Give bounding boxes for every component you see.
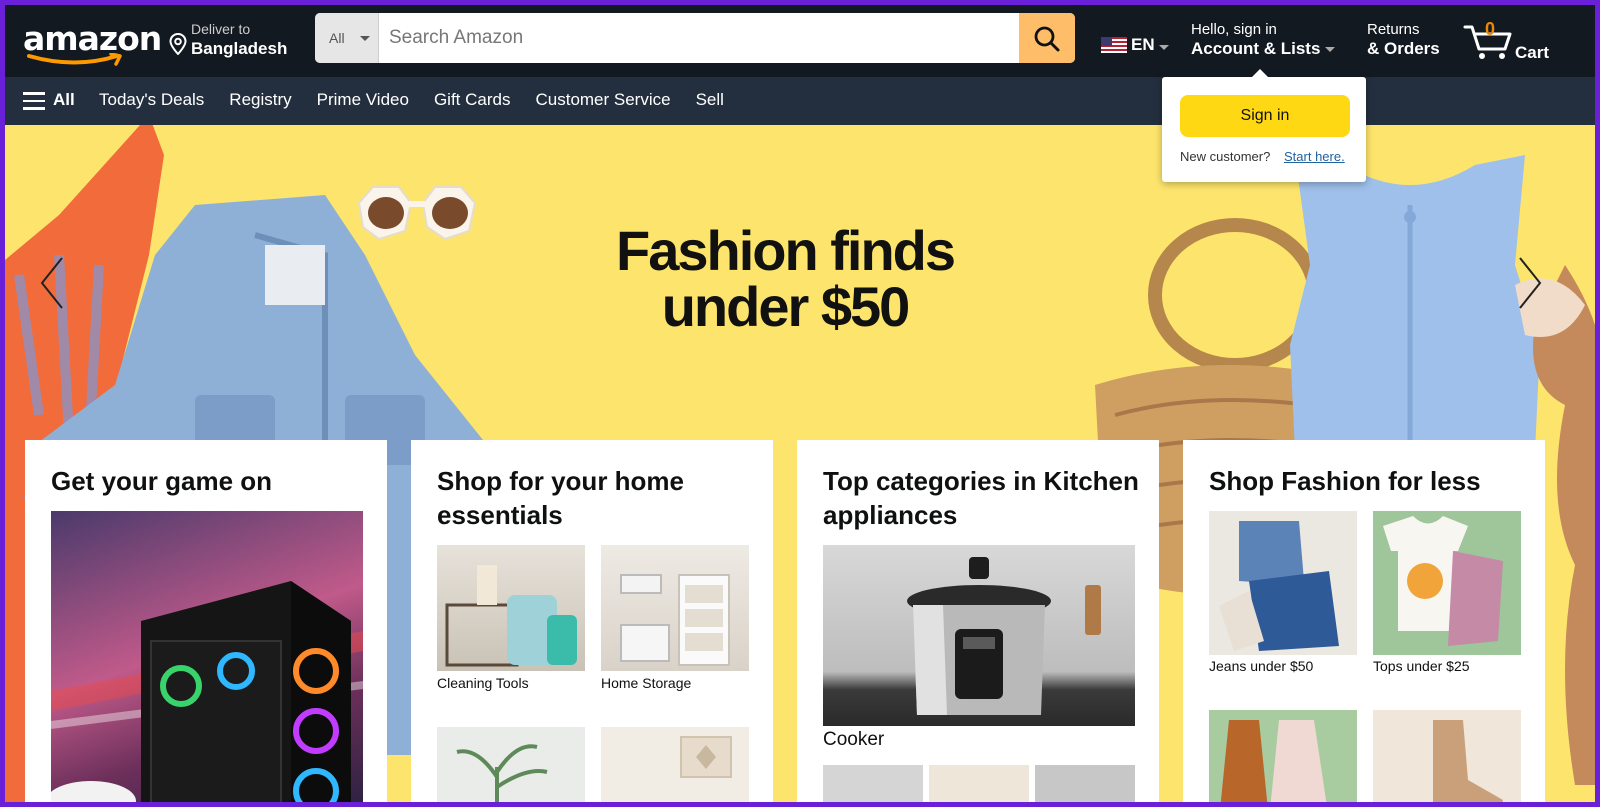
kitchen-tile-image[interactable] (929, 765, 1029, 802)
gaming-pc-image[interactable] (51, 511, 363, 802)
search-category-select[interactable]: All (315, 13, 379, 63)
card-fashion: Shop Fashion for less Jeans under $50 To… (1183, 440, 1545, 802)
card-title[interactable]: Shop Fashion for less (1209, 464, 1529, 498)
search-bar: All (315, 13, 1075, 63)
card-title[interactable]: Get your game on (51, 464, 371, 498)
caret-down-icon (360, 36, 370, 41)
language-code: EN (1131, 35, 1155, 54)
deliver-label: Deliver to (191, 21, 251, 37)
account-greeting: Hello, sign in (1191, 21, 1277, 38)
deliver-location: Bangladesh (191, 39, 288, 58)
coffee-maker-image[interactable] (823, 765, 923, 802)
jeans-image[interactable] (1209, 511, 1357, 655)
home-storage-illustration (620, 574, 730, 666)
account-label: Account & Lists (1191, 39, 1321, 58)
nav-link-gift-cards[interactable]: Gift Cards (434, 90, 511, 110)
wall-art-illustration (680, 736, 732, 778)
nav-link-customer-service[interactable]: Customer Service (535, 90, 670, 110)
signin-button[interactable]: Sign in (1180, 95, 1350, 137)
tops-caption[interactable]: Tops under $25 (1373, 658, 1470, 674)
nav-links: Today's Deals Registry Prime Video Gift … (99, 90, 749, 110)
start-here-link[interactable]: Start here. (1284, 149, 1345, 164)
carousel-prev-icon[interactable] (37, 253, 67, 313)
card-game: Get your game on (25, 440, 387, 802)
search-icon (1034, 26, 1060, 52)
all-menu-label: All (53, 90, 75, 109)
cart-label: Cart (1515, 43, 1550, 62)
dresses-illustration (1220, 720, 1327, 802)
top-header: amazon Deliver to Bangladesh All Search … (5, 5, 1595, 77)
dresses-image[interactable] (1209, 710, 1357, 802)
mixer-image[interactable] (1035, 765, 1135, 802)
cooker-caption[interactable]: Cooker (823, 729, 884, 751)
sunglasses-image (357, 186, 477, 241)
nav-link-prime-video[interactable]: Prime Video (317, 90, 409, 110)
gaming-pc-illustration (51, 581, 363, 802)
cooker-image[interactable] (823, 545, 1135, 726)
smile-arrow-icon (27, 53, 122, 66)
account-lists[interactable]: Hello, sign in Account & Lists (1191, 21, 1336, 59)
decor-image[interactable] (437, 727, 585, 802)
card-kitchen-appliances: Top categories in Kitchen appliances Coo… (797, 440, 1159, 802)
search-input[interactable] (379, 13, 1019, 63)
cleaning-tools-caption[interactable]: Cleaning Tools (437, 675, 529, 691)
carousel-next-icon[interactable] (1515, 253, 1545, 313)
boots-illustration (1433, 720, 1503, 802)
cleaning-tools-image[interactable] (437, 545, 585, 671)
jeans-illustration (1219, 521, 1339, 651)
card-title[interactable]: Shop for your home essentials (437, 464, 757, 532)
card-home-essentials: Shop for your home essentials Cleaning T… (411, 440, 773, 802)
signin-popover: Sign in New customer? Start here. (1162, 69, 1366, 182)
tops-illustration (1383, 516, 1503, 646)
hero-title-line1: Fashion finds (616, 219, 956, 282)
cleaning-tools-illustration (445, 565, 577, 667)
home-storage-image[interactable] (601, 545, 749, 671)
page-frame: amazon Deliver to Bangladesh All Search … (5, 5, 1595, 802)
amazon-logo[interactable]: amazon (23, 19, 162, 67)
nav-link-registry[interactable]: Registry (229, 90, 291, 110)
pressure-cooker-illustration (907, 557, 1101, 715)
location-pin-icon (169, 33, 187, 55)
tops-image[interactable] (1373, 511, 1521, 655)
plant-illustration (456, 744, 548, 802)
cart-count: 0 (1485, 19, 1496, 39)
caret-down-icon (1159, 45, 1169, 50)
new-customer-text: New customer? (1180, 149, 1271, 164)
us-flag-icon (1101, 37, 1127, 53)
nav-link-todays-deals[interactable]: Today's Deals (99, 90, 204, 110)
shoes-image[interactable] (1373, 710, 1521, 802)
hamburger-icon (23, 92, 45, 110)
home-storage-caption[interactable]: Home Storage (601, 675, 691, 691)
card-title[interactable]: Top categories in Kitchen appliances (823, 464, 1143, 532)
hero-title: Fashion finds under $50 (605, 223, 965, 335)
cart-button[interactable]: 0 Cart (1463, 17, 1583, 67)
hero-title-line2: under $50 (661, 275, 911, 338)
returns-orders[interactable]: Returns & Orders (1367, 21, 1440, 59)
search-button[interactable] (1019, 13, 1075, 63)
nav-link-sell[interactable]: Sell (696, 90, 724, 110)
caret-down-icon (1325, 47, 1336, 53)
search-category-label: All (329, 30, 345, 46)
jeans-caption[interactable]: Jeans under $50 (1209, 658, 1313, 674)
orders-label: & Orders (1367, 39, 1440, 58)
returns-label: Returns (1367, 21, 1420, 38)
bedroom-image[interactable] (601, 727, 749, 802)
